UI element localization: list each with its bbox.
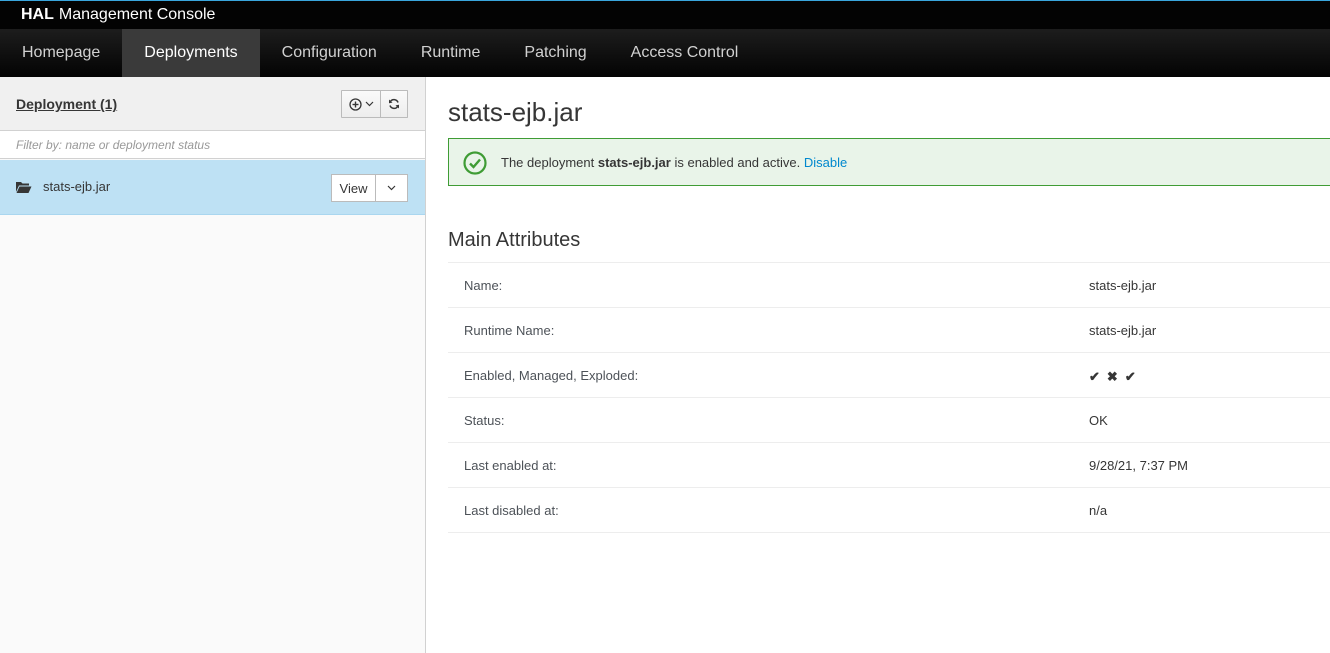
refresh-icon	[389, 98, 399, 110]
alert-message: The deployment stats-ejb.jar is enabled …	[501, 155, 847, 170]
chevron-down-icon	[387, 185, 396, 191]
column-header: Deployment (1)	[0, 77, 425, 131]
table-row: Enabled, Managed, Exploded: ✔ ✖ ✔	[448, 353, 1330, 398]
check-circle-icon	[463, 151, 487, 175]
nav-deployments[interactable]: Deployments	[122, 29, 260, 77]
table-row: Runtime Name: stats-ejb.jar	[448, 308, 1330, 353]
nav-access-control[interactable]: Access Control	[609, 29, 761, 77]
filter-input[interactable]	[0, 131, 425, 158]
enabled-check-icon: ✔	[1089, 369, 1100, 384]
attr-value: stats-ejb.jar	[1089, 278, 1157, 293]
attributes-table: Name: stats-ejb.jar Runtime Name: stats-…	[448, 262, 1330, 533]
table-row: Name: stats-ejb.jar	[448, 263, 1330, 308]
table-row: Last enabled at: 9/28/21, 7:37 PM	[448, 443, 1330, 488]
nav-patching[interactable]: Patching	[502, 29, 608, 77]
item-actions: View	[331, 174, 408, 202]
alert-suffix: is enabled and active.	[674, 155, 801, 170]
nav-homepage[interactable]: Homepage	[0, 29, 122, 77]
attr-label: Enabled, Managed, Exploded:	[464, 368, 639, 383]
page-title: stats-ejb.jar	[448, 97, 583, 127]
section-title: Main Attributes	[448, 229, 581, 251]
attr-value: OK	[1089, 413, 1108, 428]
table-row: Last disabled at: n/a	[448, 488, 1330, 533]
alert-prefix: The deployment	[501, 155, 595, 170]
add-deployment-button[interactable]	[341, 90, 381, 118]
attr-value: stats-ejb.jar	[1089, 323, 1157, 338]
attr-label: Runtime Name:	[464, 323, 555, 338]
attr-label: Last enabled at:	[464, 458, 557, 473]
exploded-check-icon: ✔	[1124, 369, 1136, 384]
refresh-button[interactable]	[381, 90, 408, 118]
add-circle-icon	[348, 97, 362, 111]
list-item[interactable]: stats-ejb.jar View	[0, 160, 425, 215]
alert-deployment-name: stats-ejb.jar	[597, 155, 671, 170]
preview-pane: stats-ejb.jar The deployment stats-ejb.j…	[426, 77, 1330, 653]
item-dropdown-button[interactable]	[376, 174, 408, 202]
table-row: Status: OK	[448, 398, 1330, 443]
view-button[interactable]: View	[331, 174, 376, 202]
chevron-down-icon	[365, 101, 373, 107]
brand-subtitle: Management Console	[58, 6, 216, 23]
success-alert: The deployment stats-ejb.jar is enabled …	[448, 138, 1330, 186]
flag-marks: ✔ ✖ ✔	[1089, 369, 1136, 385]
main-nav: Homepage Deployments Configuration Runti…	[0, 29, 1330, 77]
column-actions	[341, 90, 408, 118]
deployment-column: Deployment (1) Filter by: name or deploy…	[0, 77, 426, 653]
attr-label: Name:	[464, 278, 503, 293]
disable-link[interactable]: Disable	[804, 155, 847, 170]
attr-value: 9/28/21, 7:37 PM	[1089, 458, 1189, 473]
list-item-label: stats-ejb.jar	[43, 179, 111, 194]
brand-name: HAL	[21, 6, 54, 23]
filter-box	[0, 131, 425, 159]
managed-cross-icon: ✖	[1106, 369, 1118, 384]
attr-label: Last disabled at:	[464, 503, 559, 518]
folder-open-icon	[16, 182, 32, 193]
nav-runtime[interactable]: Runtime	[399, 29, 503, 77]
attr-label: Status:	[464, 413, 505, 428]
nav-configuration[interactable]: Configuration	[260, 29, 399, 77]
column-title[interactable]: Deployment (1)	[16, 96, 117, 112]
attr-value: n/a	[1089, 503, 1108, 518]
app-header: HAL Management Console	[0, 0, 1330, 29]
